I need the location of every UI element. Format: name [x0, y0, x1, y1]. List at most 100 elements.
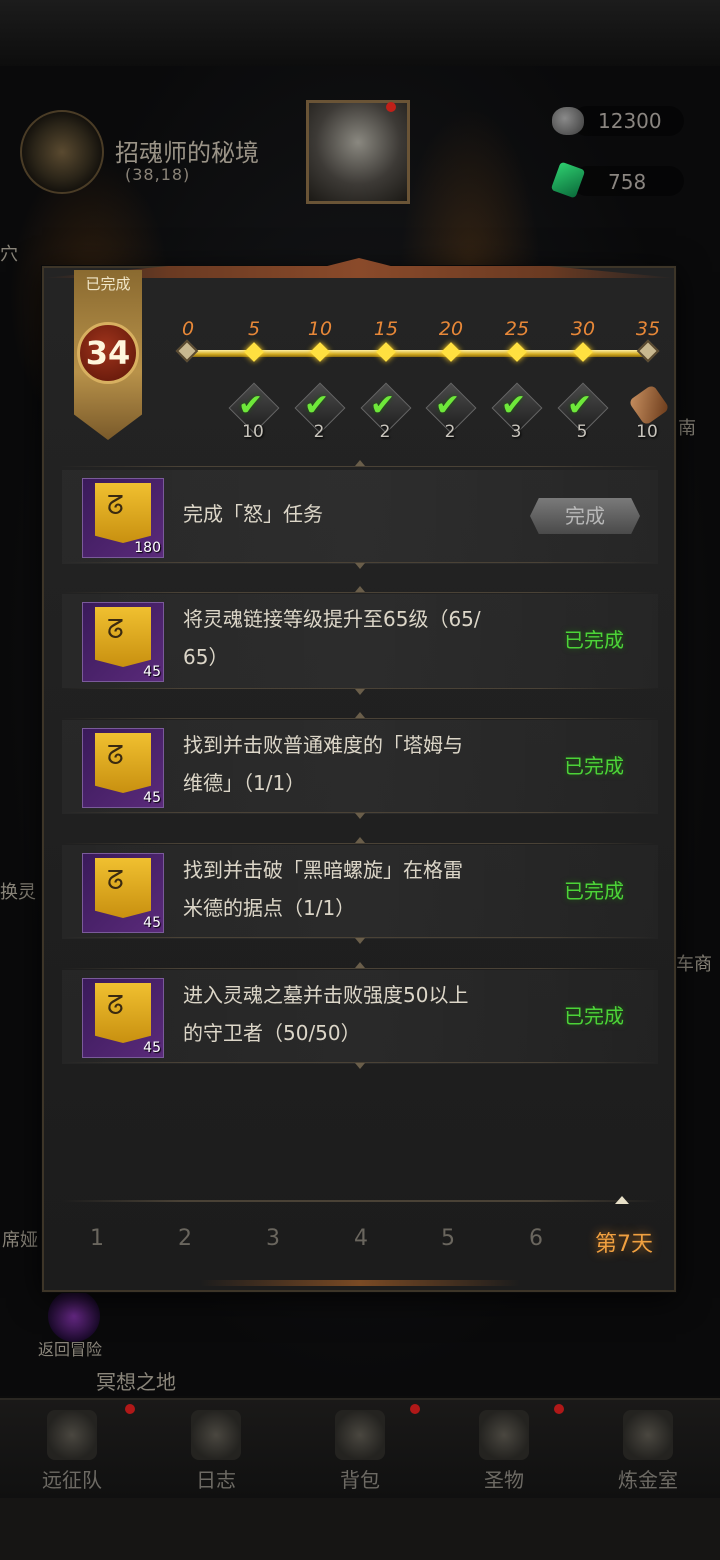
divider [62, 937, 658, 938]
reward-chest-icon: ᘔ 180 [82, 478, 164, 558]
task-description-line2: 65） [183, 645, 229, 669]
task-description-line2: 米德的据点（1/1） [183, 896, 356, 920]
rune-icon: ᘔ [107, 615, 124, 645]
nav-bag[interactable]: 背包 [288, 1400, 432, 1500]
nav-alchemy[interactable]: 炼金室 [576, 1400, 720, 1500]
task-row: ᘔ 45 将灵魂链接等级提升至65级（65/ 65） 已完成 [62, 594, 658, 688]
milestone-label: 15 [373, 318, 399, 340]
tab-day-4[interactable]: 4 [326, 1226, 396, 1251]
resource-gem-value: 758 [608, 170, 647, 194]
milestone-label: 0 [181, 318, 195, 340]
rune-icon: ᘔ [107, 866, 124, 896]
check-icon: ✔ [370, 388, 396, 423]
task-description-line2: 的守卫者（50/50） [183, 1021, 361, 1045]
reward-amount: 45 [143, 915, 161, 931]
nav-expedition[interactable]: 远征队 [0, 1400, 144, 1500]
notification-dot [386, 102, 396, 112]
check-icon: ✔ [435, 388, 461, 423]
check-icon: ✔ [238, 388, 264, 423]
check-icon: ✔ [304, 388, 330, 423]
side-label-left-top: 穴 [0, 244, 18, 265]
level-badge: 34 [77, 322, 139, 384]
milestone-label: 35 [635, 318, 661, 340]
milestone-label: 20 [438, 318, 464, 340]
reward-amount: 45 [143, 664, 161, 680]
nav-dot [410, 1404, 420, 1414]
divider [62, 592, 658, 593]
milestone-reward[interactable]: ✔ 2 [294, 382, 346, 442]
reward-chest-icon: ᘔ 45 [82, 602, 164, 682]
nav-label: 日志 [196, 1468, 236, 1492]
meditation-label[interactable]: 冥想之地 [96, 1366, 176, 1395]
scroll-icon [628, 384, 670, 426]
milestone-reward[interactable]: ✔ 2 [360, 382, 412, 442]
task-status-completed: 已完成 [564, 754, 624, 778]
tab-day-3[interactable]: 3 [238, 1226, 308, 1251]
nav-relic[interactable]: 圣物 [432, 1400, 576, 1500]
reward-count: 2 [379, 422, 391, 442]
milestone-reward[interactable]: ✔ 3 [491, 382, 543, 442]
rune-icon: ᘔ [107, 741, 124, 771]
relic-icon [479, 1410, 529, 1460]
task-status-completed: 已完成 [564, 628, 624, 652]
map-emblem-icon[interactable] [20, 110, 104, 194]
tab-day-2[interactable]: 2 [150, 1226, 220, 1251]
reward-count: 10 [242, 422, 264, 442]
journal-icon [191, 1410, 241, 1460]
day-tab-divider [62, 1200, 658, 1202]
alchemy-icon [623, 1410, 673, 1460]
nav-dot [554, 1404, 564, 1414]
divider [62, 718, 658, 719]
milestone-reward[interactable]: 10 [624, 384, 670, 442]
milestone-reward[interactable]: ✔ 5 [557, 382, 609, 442]
bottom-navigation: 远征队 日志 背包 圣物 炼金室 [0, 1398, 720, 1500]
divider [62, 1062, 658, 1063]
portal-icon[interactable] [48, 1290, 100, 1342]
reward-count: 3 [510, 422, 522, 442]
map-coordinates: (38,18) [125, 165, 191, 184]
rune-icon: ᘔ [107, 491, 124, 521]
check-icon: ✔ [501, 388, 527, 423]
bottom-frame [0, 1498, 720, 1560]
task-description-line1: 找到并击败普通难度的「塔姆与 [183, 733, 463, 757]
complete-button[interactable]: 完成 [530, 498, 640, 534]
reward-amount: 45 [143, 790, 161, 806]
reward-chest-icon: ᘔ 45 [82, 728, 164, 808]
return-adventure-label[interactable]: 返回冒险 [38, 1336, 102, 1360]
bag-icon [335, 1410, 385, 1460]
reward-chest-icon: ᘔ 45 [82, 853, 164, 933]
side-label-left-bottom: 席娅 [2, 1230, 38, 1251]
player-avatar[interactable] [306, 100, 410, 204]
milestone-label: 25 [504, 318, 530, 340]
task-description-line1: 将灵魂链接等级提升至65级（65/ [183, 607, 481, 631]
milestone-label: 30 [570, 318, 596, 340]
task-status-completed: 已完成 [564, 1004, 624, 1028]
nav-label: 背包 [340, 1468, 380, 1492]
divider [62, 562, 658, 563]
map-title: 招魂师的秘境 [115, 139, 259, 167]
check-icon: ✔ [567, 388, 593, 423]
tab-day-7[interactable]: 第7天 [584, 1226, 664, 1258]
divider [62, 812, 658, 813]
task-description-line1: 找到并击破「黑暗螺旋」在格雷 [183, 858, 463, 882]
task-row: ᘔ 45 进入灵魂之墓并击败强度50以上 的守卫者（50/50） 已完成 [62, 970, 658, 1064]
side-label-left-mid: 换灵 [0, 882, 36, 903]
side-label-right: 南 [678, 418, 696, 439]
milestone-reward[interactable]: ✔ 2 [425, 382, 477, 442]
nav-journal[interactable]: 日志 [144, 1400, 288, 1500]
task-description: 完成「怒」任务 [183, 502, 323, 526]
rune-icon: ᘔ [107, 991, 124, 1021]
nav-label: 炼金室 [618, 1468, 678, 1492]
tab-day-6[interactable]: 6 [501, 1226, 571, 1251]
tab-day-5[interactable]: 5 [413, 1226, 483, 1251]
reward-chest-icon: ᘔ 45 [82, 978, 164, 1058]
task-row: ᘔ 180 完成「怒」任务 完成 [62, 470, 658, 564]
milestone-label: 10 [307, 318, 333, 340]
nav-label: 远征队 [42, 1468, 102, 1492]
reward-count: 5 [576, 422, 588, 442]
task-description-line1: 进入灵魂之墓并击败强度50以上 [183, 983, 469, 1007]
milestone-reward[interactable]: ✔ 10 [228, 382, 280, 442]
tab-day-1[interactable]: 1 [62, 1226, 132, 1251]
resource-stone-value: 12300 [598, 109, 662, 133]
divider [62, 688, 658, 689]
